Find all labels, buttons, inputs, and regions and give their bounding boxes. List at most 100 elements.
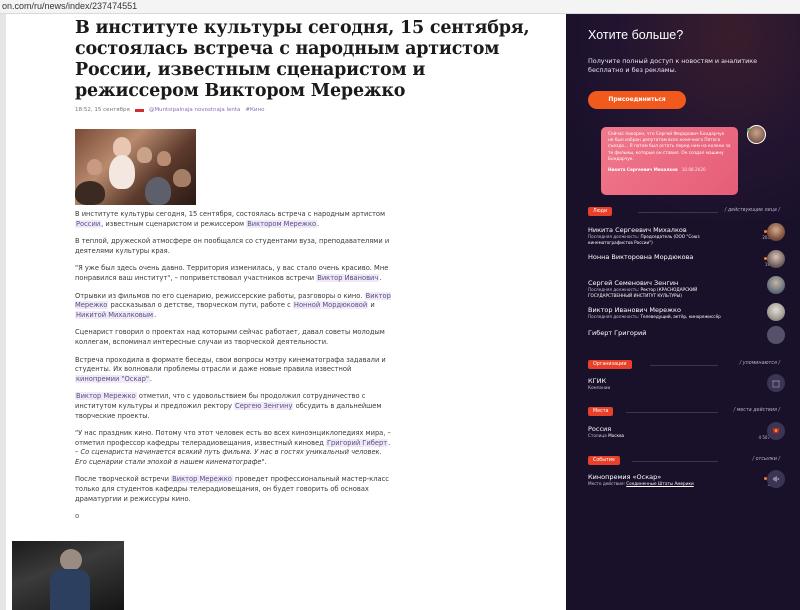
- person-mikhalkov[interactable]: Никита Сергеевич Михалков Последняя долж…: [588, 223, 785, 245]
- person-zengin[interactable]: Сергей Семенович Зенгин Последняя должно…: [588, 276, 785, 298]
- paragraph-9: После творческой встречи Виктор Мережко …: [75, 475, 393, 504]
- person-name[interactable]: Нонна Викторовна Мордюкова: [588, 253, 778, 261]
- join-button[interactable]: Присоединиться: [588, 91, 686, 109]
- paragraph-2: В теплой, дружеской атмосфере он пообщал…: [75, 237, 390, 255]
- quote-text: Сейчас покорен, что Сергей Федорович Бон…: [608, 132, 731, 162]
- desc-value: Соединенные Штаты Америки: [626, 481, 694, 486]
- place-emblem[interactable]: [767, 422, 785, 440]
- orgs-caption: / упоминаются /: [739, 361, 780, 366]
- person-name[interactable]: Виктор Иванович Мережко: [588, 306, 778, 314]
- event-name[interactable]: Кинопремия «Оскар»: [588, 473, 778, 481]
- person-desc: Последняя должность: Председатель (ООО "…: [588, 234, 728, 245]
- section-orgs-header: Организации / упоминаются /: [588, 360, 780, 370]
- paragraph-1: В институте культуры сегодня, 15 сентябр…: [75, 210, 393, 229]
- sidebar: Хотите больше? Получите полный доступ к …: [566, 14, 800, 610]
- places-tag[interactable]: Места: [588, 407, 614, 416]
- section-places-header: Места / места действия /: [588, 407, 780, 417]
- tag-link-mordyukova[interactable]: Нонной Мордюковой: [292, 301, 369, 310]
- tag-link-russia[interactable]: России: [75, 219, 102, 228]
- person-desc: Последняя должность: Телеведущий, актёр,…: [588, 314, 728, 320]
- event-oscar[interactable]: Кинопремия «Оскар» Место действия: Соеди…: [588, 470, 785, 488]
- orgs-tag[interactable]: Организации: [588, 360, 632, 369]
- person-avatar[interactable]: [767, 223, 785, 241]
- quote-author: Никита Сергеевич Михалков 10.08.2020: [608, 167, 731, 172]
- people-caption: / действующие лица /: [724, 208, 780, 213]
- text: После творческой встречи: [75, 475, 172, 484]
- text: Отрывки из фильмов по его сценарию, режи…: [75, 291, 365, 300]
- person-avatar[interactable]: [767, 250, 785, 268]
- text: В институте культуры сегодня, 15 сентябр…: [75, 210, 386, 218]
- event-icon[interactable]: [767, 470, 785, 488]
- article: В институте культуры сегодня, 15 сентябр…: [75, 18, 545, 520]
- text: .: [149, 374, 153, 383]
- place-russia[interactable]: Россия Столица Москва 4 507: [588, 422, 785, 440]
- tag-link-merezhko[interactable]: Виктором Мережко: [246, 219, 318, 228]
- text: Встреча проходила в формате беседы, свои…: [75, 355, 386, 374]
- divider: [638, 212, 718, 213]
- person-mordyukova[interactable]: Нонна Викторовна Мордюкова 19: [588, 250, 785, 268]
- person-name[interactable]: Гиберт Григорий: [588, 329, 778, 337]
- tag-link-oscar[interactable]: кинопремии "Оскар": [75, 374, 150, 383]
- article-headline: В институте культуры сегодня, 15 сентябр…: [75, 18, 530, 101]
- bullet-marker: o: [75, 512, 80, 521]
- desc-prefix: Столица: [588, 433, 609, 438]
- text: и: [368, 301, 375, 310]
- desc-prefix: Последняя должность:: [588, 314, 641, 319]
- tag-link-merezhko[interactable]: Виктор Мережко: [75, 392, 137, 401]
- tag-link-mikhalkov[interactable]: Никитой Михалковым: [75, 310, 155, 319]
- article-photo-speaker: [12, 541, 124, 610]
- article-photo-audience: [75, 129, 196, 205]
- article-meta: 18:52, 15 сентября @Muntsipalnaja novost…: [75, 107, 545, 113]
- text: .: [379, 273, 382, 282]
- person-name[interactable]: Сергей Семенович Зенгин: [588, 279, 778, 287]
- events-caption: / отсылки /: [752, 457, 780, 462]
- text: .: [317, 219, 320, 228]
- paragraph-7: Виктор Мережко отметил, что с удовольств…: [75, 392, 393, 421]
- org-kgik[interactable]: КГИК Компании: [588, 374, 785, 392]
- divider: [632, 461, 718, 462]
- building-icon: [772, 380, 780, 388]
- place-desc: Столица Москва: [588, 433, 728, 439]
- tag-link-gibert[interactable]: Григорий Гиберт: [325, 438, 389, 447]
- person-avatar[interactable]: [767, 303, 785, 321]
- speaker-shirt: [50, 569, 90, 610]
- tag-link-viktor-ivanovich[interactable]: Виктор Иванович: [316, 273, 380, 282]
- left-gutter: [0, 14, 6, 610]
- person-desc: Последняя должность: Ректор (КРАСНОДАРСК…: [588, 287, 728, 298]
- speaker-figure: [60, 549, 82, 571]
- divider: [626, 412, 718, 413]
- section-events-header: Событие / отсылки /: [588, 456, 780, 466]
- megaphone-icon: [773, 476, 779, 482]
- org-desc: Компании: [588, 385, 611, 390]
- sidebar-subtitle: Получите полный доступ к новостям и анал…: [588, 57, 758, 74]
- url-text[interactable]: on.com/ru/news/index/237474551: [2, 0, 137, 13]
- person-avatar[interactable]: [767, 276, 785, 294]
- people-tag[interactable]: Люди: [588, 207, 613, 216]
- text: ".: [261, 457, 267, 466]
- paragraph-6: Встреча проходила в формате беседы, свои…: [75, 356, 393, 385]
- org-name[interactable]: КГИК: [588, 377, 778, 385]
- browser-address-bar[interactable]: on.com/ru/news/index/237474551: [0, 0, 800, 14]
- divider: [650, 365, 718, 366]
- text: , известным сценаристом и режиссером: [101, 219, 247, 228]
- place-name[interactable]: Россия: [588, 425, 778, 433]
- person-gibert[interactable]: Гиберт Григорий: [588, 326, 785, 344]
- paragraph-5: Сценарист говорил о проектах над которым…: [75, 328, 385, 346]
- events-tag[interactable]: Событие: [588, 456, 620, 465]
- tag-link-merezhko[interactable]: Виктор Мережко: [171, 475, 233, 484]
- person-avatar-placeholder[interactable]: [767, 326, 785, 344]
- tag-link-zengin[interactable]: Сергею Зенгину: [234, 401, 294, 410]
- quote-text: Со сценариста начинается всякий путь фил…: [75, 448, 382, 466]
- org-icon[interactable]: [767, 374, 785, 392]
- quote-date: 10.08.2020: [681, 167, 706, 173]
- person-merezhko[interactable]: Виктор Иванович Мережко Последняя должно…: [588, 303, 785, 321]
- rubric-link[interactable]: #Кино: [245, 107, 264, 113]
- publish-time: 18:52, 15 сентября: [75, 107, 130, 113]
- person-name[interactable]: Никита Сергеевич Михалков: [588, 226, 778, 234]
- online-dot-icon: [747, 128, 750, 131]
- desc-prefix: Последняя должность:: [588, 234, 641, 239]
- source-link[interactable]: @Muntsipalnaja novostnaja lenta: [149, 107, 241, 113]
- quote-card[interactable]: Сейчас покорен, что Сергей Федорович Бон…: [601, 127, 738, 195]
- desc-value: Телеведущий, актёр, кинорежиссёр: [640, 314, 721, 319]
- event-desc: Место действия: Соединенные Штаты Америк…: [588, 481, 728, 487]
